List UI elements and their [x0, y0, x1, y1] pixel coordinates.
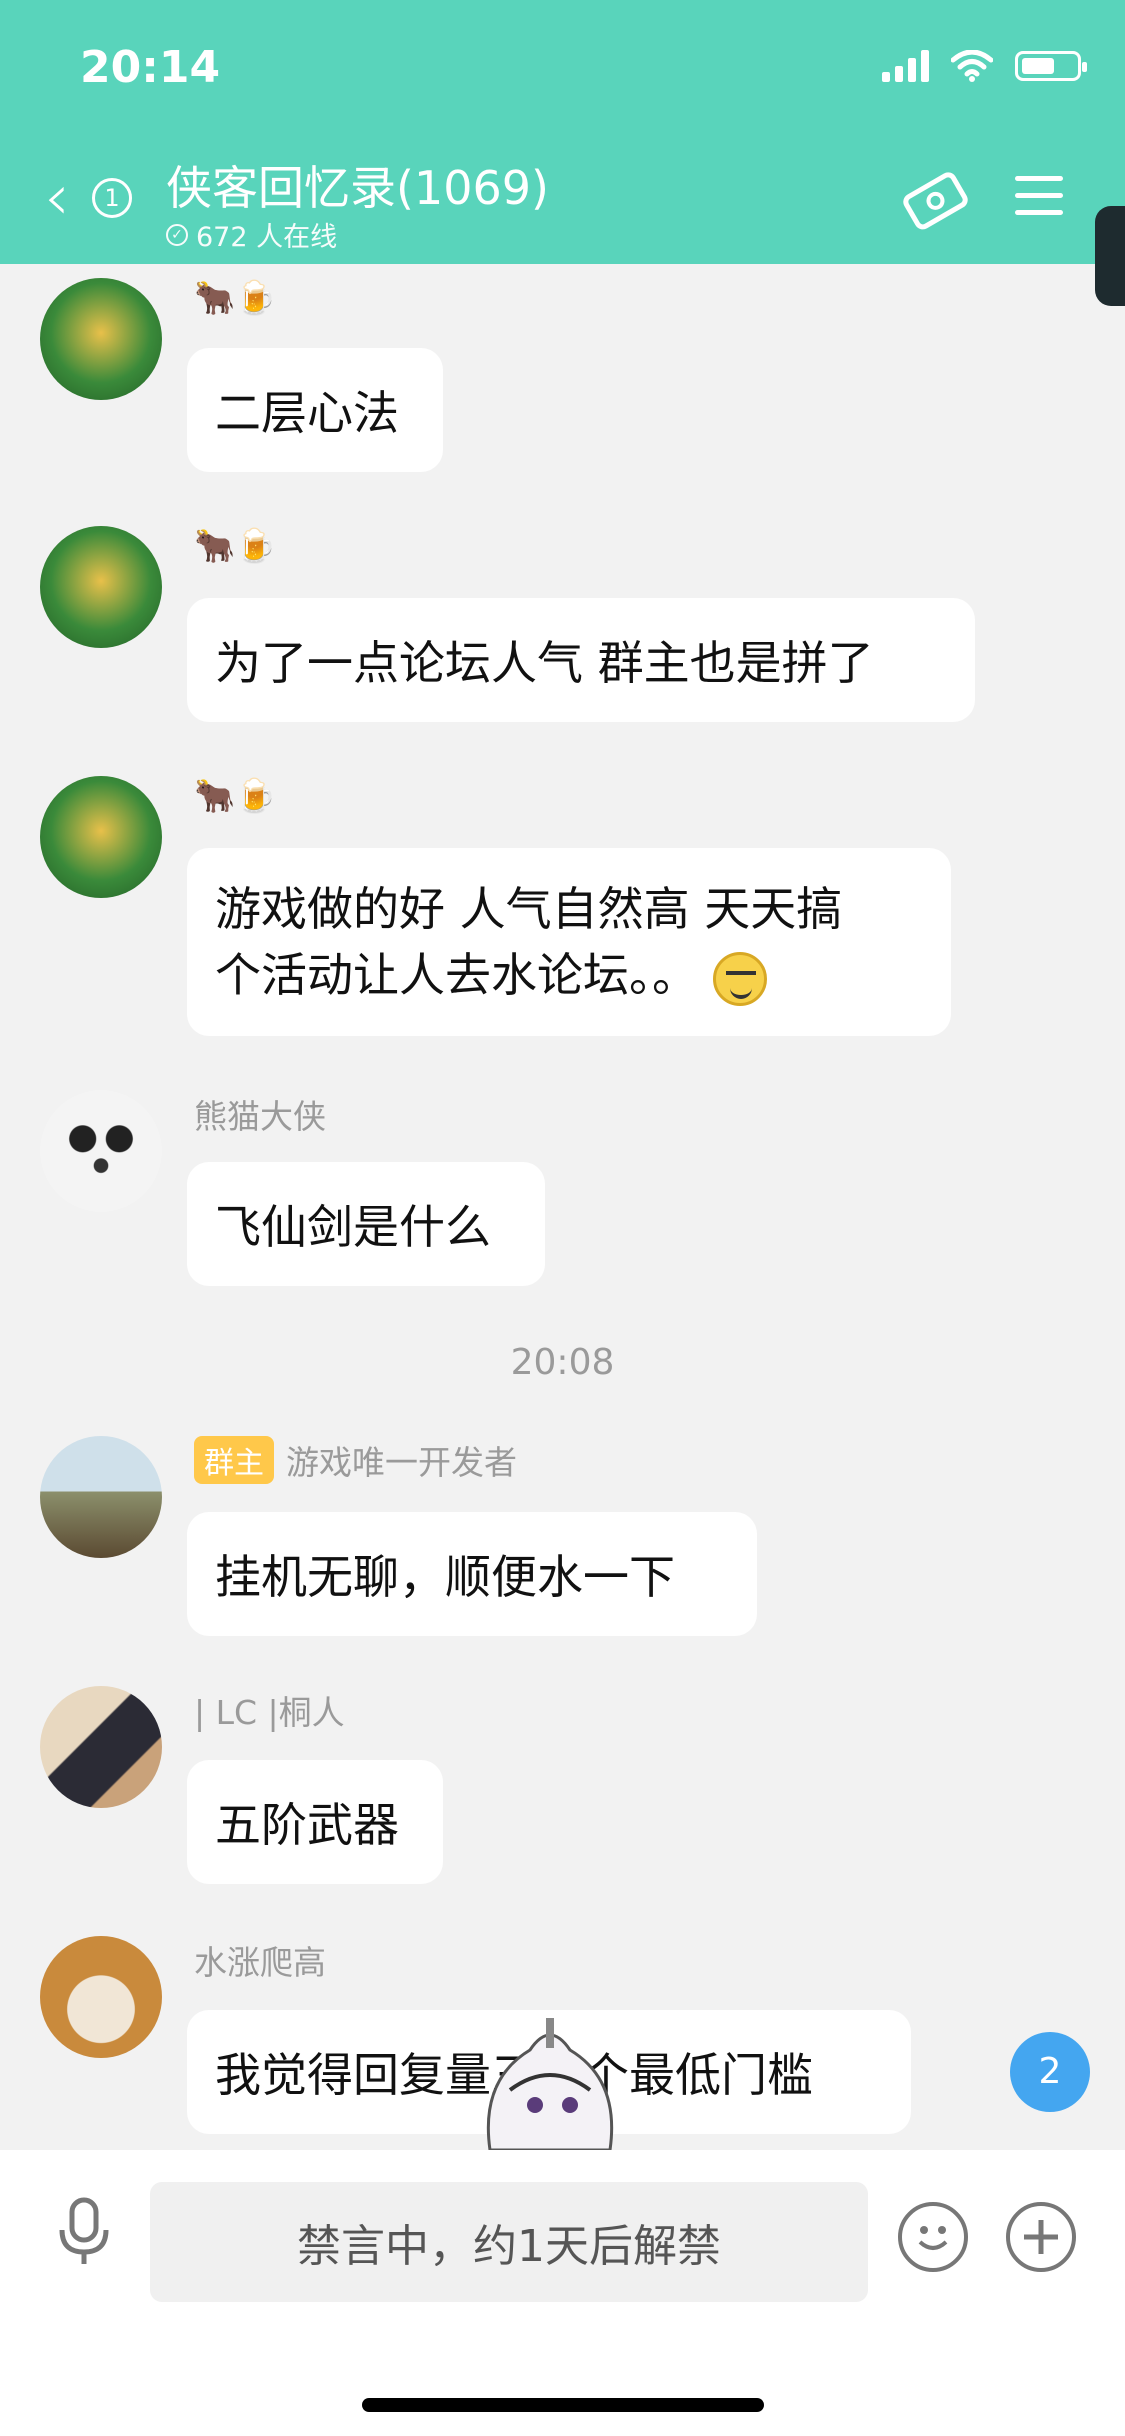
menu-icon[interactable] [1015, 176, 1063, 220]
avatar[interactable] [40, 1436, 162, 1558]
sender-name: 水涨爬高 [194, 1943, 326, 1982]
wifi-icon [951, 50, 993, 82]
message-bubble[interactable]: 五阶武器 [187, 1760, 443, 1884]
online-text: 672 人在线 [196, 222, 338, 253]
sender-name: 🐂🍺 [194, 278, 277, 317]
online-count: ✓ 672 人在线 [166, 215, 337, 254]
floating-edge-widget[interactable] [1095, 206, 1125, 306]
message-text: 飞仙剑是什么 [215, 1200, 491, 1254]
message-text: 二层心法 [215, 386, 399, 440]
message-bubble[interactable]: 为了一点论坛人气 群主也是拼了 [187, 598, 975, 722]
message-bubble[interactable]: 飞仙剑是什么 [187, 1162, 545, 1286]
avatar[interactable] [40, 278, 162, 400]
avatar[interactable] [40, 526, 162, 648]
smile-face-icon [918, 2226, 948, 2250]
sender-name: 群主 游戏唯一开发者 [194, 1436, 517, 1484]
time-divider: 20:08 [510, 1342, 615, 1383]
avatar[interactable] [40, 1936, 162, 2058]
chat-header: 20:14 ‹ 1 侠客回忆录(1069) ✓ 672 人在线 [0, 0, 1125, 306]
sender-name: 熊猫大侠 [194, 1097, 326, 1136]
message-input[interactable]: 禁言中，约1天后解禁 [150, 2182, 868, 2302]
emoji-icon[interactable] [898, 2202, 968, 2272]
message-text-line: 游戏做的好 人气自然高 天天搞 [215, 882, 843, 936]
status-time: 20:14 [80, 42, 221, 93]
message-text-line: 个活动让人去水论坛。。 [215, 948, 698, 1002]
plus-icon[interactable] [1006, 2202, 1076, 2272]
home-indicator[interactable] [362, 2398, 764, 2412]
plus-sign-icon [1024, 2220, 1058, 2254]
signal-icon [882, 50, 929, 82]
chat-title: 侠客回忆录(1069) [166, 161, 549, 215]
message-text: 为了一点论坛人气 群主也是拼了 [215, 636, 874, 690]
message-bubble[interactable]: 挂机无聊，顺便水一下 [187, 1512, 757, 1636]
smirk-emoji-icon [712, 951, 767, 1006]
message-text: 挂机无聊，顺便水一下 [215, 1550, 675, 1604]
owner-badge: 群主 [194, 1436, 274, 1484]
sender-name-text: 游戏唯一开发者 [286, 1443, 517, 1482]
avatar[interactable] [40, 1090, 162, 1212]
back-unread-count: 1 [92, 178, 132, 218]
back-chevron-icon: ‹ [44, 161, 70, 235]
avatar[interactable] [40, 776, 162, 898]
sender-name: 🐂🍺 [194, 526, 277, 565]
ticket-icon[interactable] [900, 168, 970, 232]
microphone-icon[interactable] [44, 2190, 124, 2270]
message-text: 五阶武器 [215, 1798, 399, 1852]
battery-icon [1015, 51, 1087, 81]
back-button[interactable]: ‹ 1 [44, 161, 134, 235]
status-icons [882, 50, 1087, 82]
sender-name: 🐂🍺 [194, 776, 277, 815]
online-check-icon: ✓ [166, 223, 188, 246]
unread-badge[interactable]: 2 [1010, 2032, 1090, 2112]
message-bubble[interactable]: 游戏做的好 人气自然高 天天搞 个活动让人去水论坛。。 [187, 848, 951, 1036]
anime-sticker-icon [486, 2018, 614, 2150]
message-bubble[interactable]: 二层心法 [187, 348, 443, 472]
input-bar: 禁言中，约1天后解禁 [0, 2150, 1125, 2436]
avatar[interactable] [40, 1686, 162, 1808]
sender-name: | LC |桐人 [194, 1693, 345, 1732]
